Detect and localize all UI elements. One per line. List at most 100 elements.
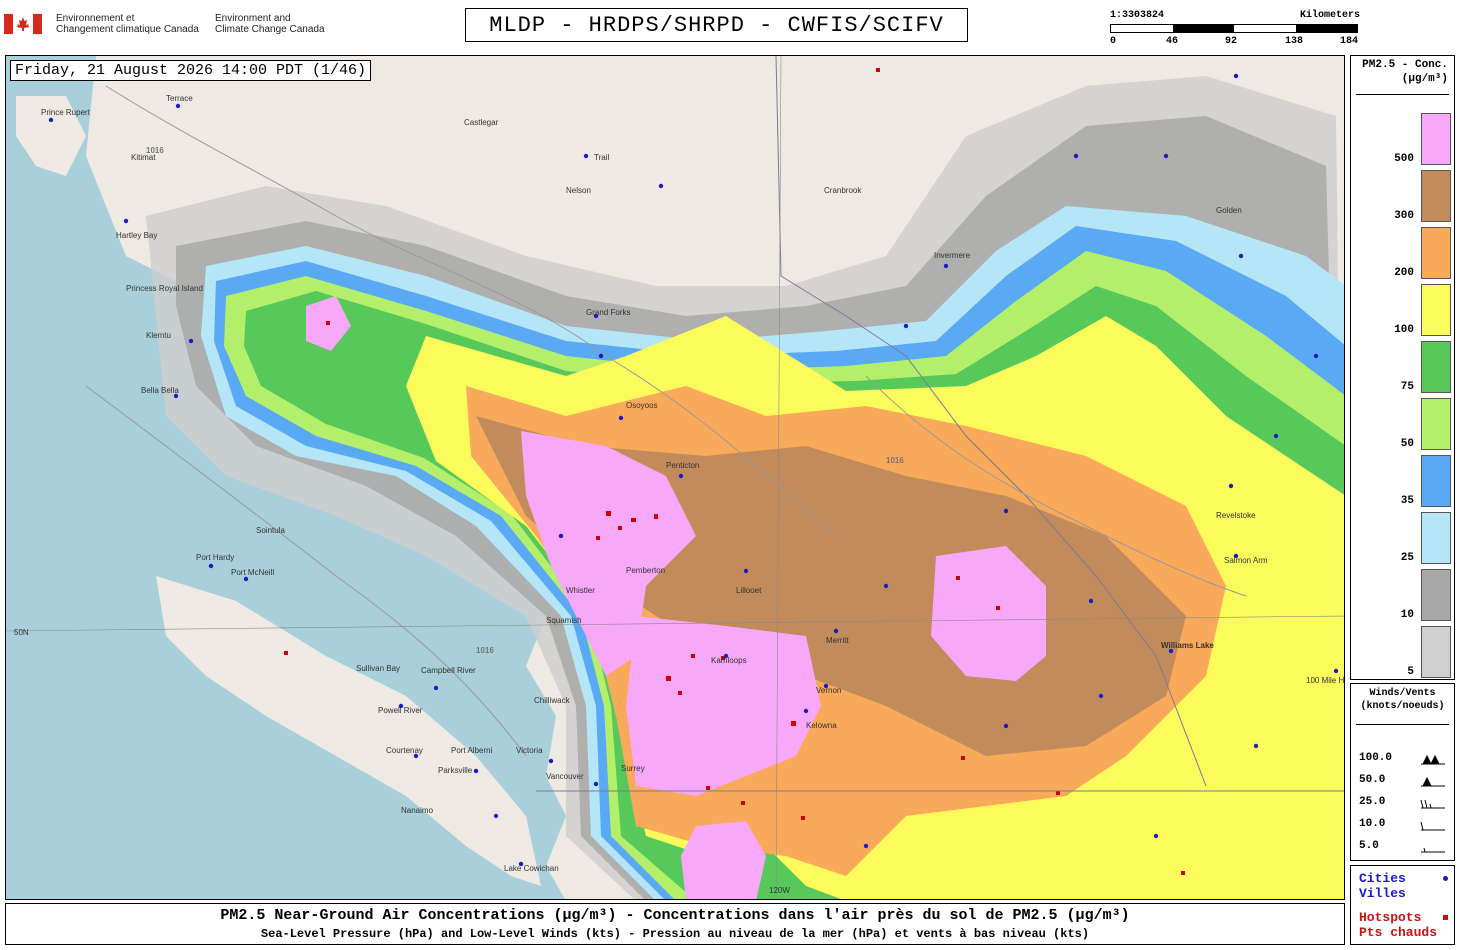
pm25-legend: PM2.5 - Conc. (μg/m³) 500 300 200 100 75 50 35… (1350, 55, 1455, 680)
hotspot-square-icon (1443, 915, 1448, 920)
wind-legend-title-line-1: Winds/Vents (1369, 688, 1436, 699)
longitude-label: 120W (769, 886, 790, 895)
map-canvas (6, 56, 1344, 899)
city-dot (1233, 73, 1239, 79)
place-label: Nanaimo (401, 806, 434, 815)
place-label: Terrace (166, 94, 193, 103)
hotspot (618, 526, 622, 530)
pm25-swatch (1421, 170, 1451, 222)
product-title: MLDP - HRDPS/SHRPD - CWFIS/SCIFV (465, 8, 968, 42)
place-label: Kelowna (806, 721, 837, 730)
city-dot (598, 353, 604, 359)
place-label: Port Alberni (451, 746, 493, 755)
hotspots-label-en: Hotspots (1359, 910, 1422, 925)
hotspot (801, 816, 805, 820)
place-label: Sullivan Bay (356, 664, 401, 673)
place-label: Victoria (516, 746, 543, 755)
pm25-legend-title-line-1: PM2.5 - Conc. (1362, 59, 1448, 71)
scale-bar-graphic (1110, 24, 1358, 33)
hotspot (996, 606, 1000, 610)
place-label: Salmon Arm (1224, 556, 1268, 565)
pm25-swatch (1421, 284, 1451, 336)
wind-barb-5-icon (1421, 847, 1445, 853)
hotspot (631, 518, 636, 522)
place-label: Kamloops (711, 656, 747, 665)
pm25-swatch-label: 25 (1400, 552, 1414, 564)
city-dot (1238, 253, 1244, 259)
pm25-swatch-label: 35 (1400, 495, 1414, 507)
pm25-legend-title-line-2: (μg/m³) (1401, 73, 1448, 85)
wind-speed-label: 5.0 (1359, 840, 1379, 852)
place-label: Cranbrook (824, 186, 862, 195)
wind-barb-100-icon (1421, 754, 1445, 765)
pm25-swatch-label: 5 (1407, 666, 1414, 678)
hotspot (596, 536, 600, 540)
city-dot (943, 263, 949, 269)
caption-line-2: Sea-Level Pressure (hPa) and Low-Level W… (260, 927, 1090, 941)
place-label: Klemtu (146, 331, 171, 340)
place-label: Golden (1216, 206, 1242, 215)
scale-units: Kilometers (1299, 10, 1360, 21)
place-label: Invermere (934, 251, 971, 260)
pm25-swatch (1421, 227, 1451, 279)
isobar-label: 1016 (476, 646, 494, 655)
scale-tick: 0 (1110, 36, 1117, 47)
map-caption: PM2.5 Near-Ground Air Concentrations (μg… (5, 903, 1345, 945)
place-label: Trail (594, 153, 610, 162)
city-dot (1333, 668, 1339, 674)
wind-legend-title: Winds/Vents (knots/noeuds) (1351, 687, 1454, 713)
wind-speed-label: 25.0 (1359, 796, 1386, 808)
place-label: Chilliwack (534, 696, 570, 705)
pm25-swatch (1421, 455, 1451, 507)
place-label: Prince Rupert (41, 108, 90, 117)
smoke-forecast-map[interactable]: Prince Rupert Terrace Kitimat Hartley Ba… (5, 55, 1345, 900)
place-label: 100 Mile House (1306, 676, 1345, 685)
agency-fr-line-1: Environnement et (56, 13, 135, 24)
place-label: Surrey (621, 764, 645, 773)
place-label: Vancouver (546, 772, 584, 781)
pm25-swatch-label: 10 (1400, 609, 1414, 621)
city-dot (903, 323, 909, 329)
pm25-swatch (1421, 569, 1451, 621)
scale-ratio: 1:3303824 (1110, 10, 1165, 21)
city-dot (208, 563, 214, 569)
city-dot (1228, 483, 1234, 489)
place-label: Parksville (438, 766, 473, 775)
place-label: Pemberton (626, 566, 666, 575)
canada-flag-icon (4, 14, 42, 34)
city-dot (1253, 743, 1259, 749)
agency-en-line-2: Climate Change Canada (215, 24, 325, 35)
city-dot-icon (1443, 876, 1448, 881)
scale-tick: 138 (1285, 36, 1304, 47)
wind-barb-10-icon (1420, 821, 1445, 831)
place-label: Nelson (566, 186, 591, 195)
pm25-swatch-label: 300 (1394, 210, 1414, 222)
city-dot (833, 628, 839, 634)
place-label: Vernon (816, 686, 842, 695)
legend-divider (1356, 724, 1449, 725)
scale-tick: 184 (1340, 36, 1359, 47)
wind-legend-title-line-2: (knots/noeuds) (1360, 701, 1445, 712)
place-label-emphasis: Williams Lake (1161, 641, 1214, 650)
latitude-label: 50N (14, 628, 29, 637)
isobar-label: 1016 (886, 456, 904, 465)
hotspot (1181, 871, 1185, 875)
pm25-swatch (1421, 398, 1451, 450)
cities-label-fr: Villes (1359, 886, 1406, 901)
caption-line-1: PM2.5 Near-Ground Air Concentrations (μg… (220, 907, 1130, 924)
place-label: Osoyoos (626, 401, 658, 410)
hotspots-label-fr: Pts chauds (1359, 925, 1438, 940)
hotspot (1056, 791, 1060, 795)
hotspot (654, 514, 658, 519)
city-dot (188, 338, 194, 344)
hotspot (606, 511, 611, 516)
place-label: Hartley Bay (116, 231, 158, 240)
agency-logo: Environnement et Changement climatique C… (4, 8, 344, 42)
hotspot (666, 676, 671, 681)
place-label: Lillooet (736, 586, 762, 595)
pm25-swatch (1421, 341, 1451, 393)
city-dot (1003, 723, 1009, 729)
city-dot (1088, 598, 1094, 604)
city-dot (593, 781, 599, 787)
city-dot (583, 153, 589, 159)
